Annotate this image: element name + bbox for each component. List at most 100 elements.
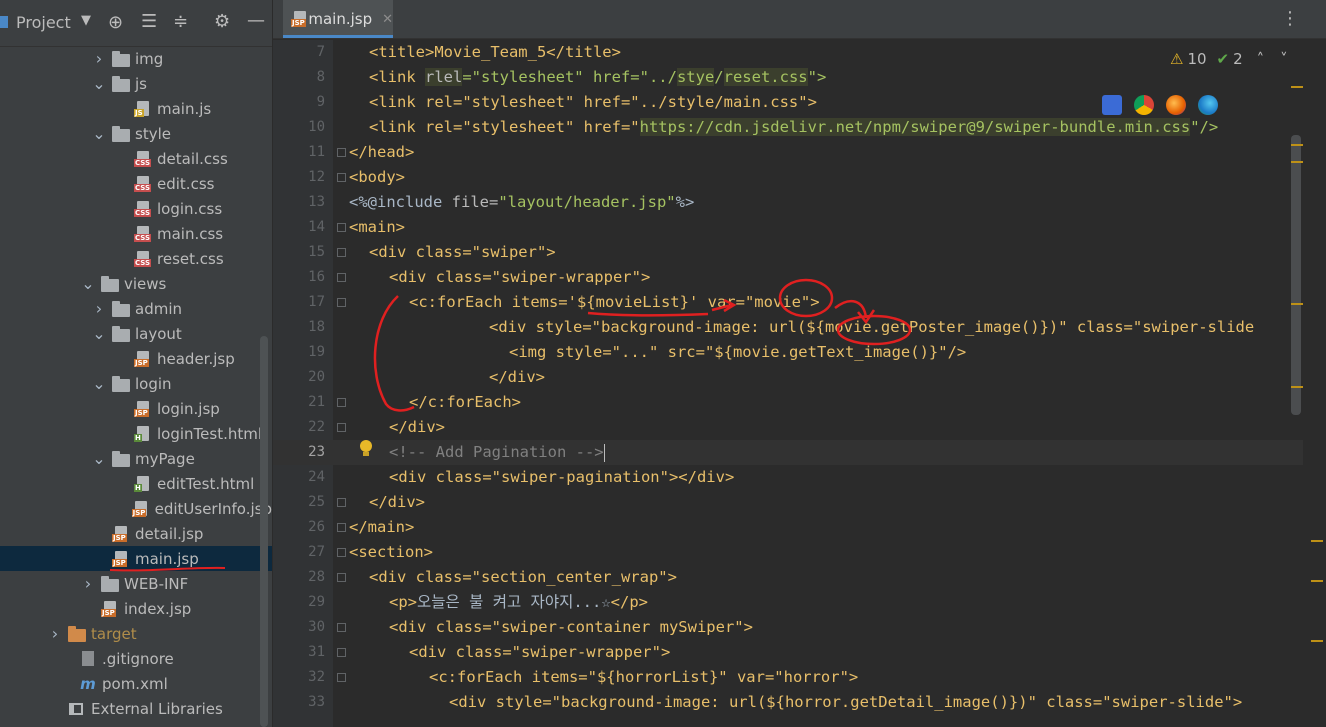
firefox-icon[interactable] — [1166, 95, 1186, 115]
tree-item[interactable]: ⌄ myPage — [0, 446, 272, 471]
chevron-down-icon[interactable]: ⌄ — [81, 274, 95, 293]
fold-marker[interactable] — [337, 173, 346, 182]
tree-item[interactable]: m pom.xml — [0, 671, 272, 696]
fold-marker[interactable] — [337, 423, 346, 432]
tree-item[interactable]: ⌄ login — [0, 371, 272, 396]
chevron-down-icon[interactable]: ˅ — [1280, 50, 1288, 68]
tree-item[interactable]: HeditTest.html — [0, 471, 272, 496]
tree-item[interactable]: CSS login.css — [0, 196, 272, 221]
editor-scrollbar[interactable] — [1291, 135, 1301, 415]
fold-marker[interactable] — [337, 573, 346, 582]
chevron-down-icon[interactable]: ⌄ — [92, 124, 106, 143]
inspection-indicators[interactable]: ⚠ 10 ✔ 2 ˄ ˅ — [1170, 48, 1288, 70]
minimize-icon[interactable]: — — [247, 10, 265, 31]
fold-marker[interactable] — [337, 523, 346, 532]
tree-item[interactable]: JSP index.jsp — [0, 596, 272, 621]
chevron-right-icon[interactable]: › — [81, 574, 95, 593]
tree-item[interactable]: › img — [0, 46, 272, 71]
fold-marker[interactable] — [337, 248, 346, 257]
folder-icon — [112, 325, 130, 342]
line-number: 14 — [308, 219, 325, 235]
line-number: 29 — [308, 594, 325, 610]
project-scrollbar[interactable] — [260, 336, 268, 727]
tree-item[interactable]: CSS main.css — [0, 221, 272, 246]
tree-item[interactable]: ⌄ style — [0, 121, 272, 146]
text-cursor — [603, 443, 605, 462]
stripe-marker[interactable] — [1291, 86, 1303, 88]
close-tab-icon[interactable]: ✕ — [382, 12, 393, 27]
gear-icon[interactable]: ⚙ — [214, 11, 230, 32]
line-number: 7 — [316, 44, 325, 60]
tree-item[interactable]: ⌄ js — [0, 71, 272, 96]
tree-item[interactable]: CSS edit.css — [0, 171, 272, 196]
project-panel: Project ▼ ⊕ ☰ ≑ ⚙ — › img ⌄ js JS main.js ⌄ sty… — [0, 0, 273, 727]
tree-item[interactable]: JSP main.jsp — [0, 546, 272, 571]
stripe-marker[interactable] — [1291, 386, 1303, 388]
edge-icon[interactable] — [1198, 95, 1218, 115]
chevron-right-icon[interactable]: › — [92, 49, 106, 68]
chevron-down-icon[interactable]: ⌄ — [92, 74, 106, 93]
check-count: 2 — [1233, 50, 1243, 68]
tree-item[interactable]: ⌄ layout — [0, 321, 272, 346]
chevron-up-icon[interactable]: ˄ — [1257, 50, 1265, 68]
fold-marker[interactable] — [337, 548, 346, 557]
tree-item[interactable]: JS main.js — [0, 96, 272, 121]
tree-item[interactable]: › target — [0, 621, 272, 646]
chevron-down-icon[interactable]: ⌄ — [92, 324, 106, 343]
project-title[interactable]: Project — [16, 13, 71, 32]
tree-item[interactable]: HloginTest.html — [0, 421, 272, 446]
code-line-28: <div class="section_center_wrap"> — [369, 568, 677, 586]
more-icon[interactable]: ⋮ — [1281, 8, 1299, 29]
fold-marker[interactable] — [337, 223, 346, 232]
folder-icon — [101, 275, 119, 292]
chevron-right-icon[interactable]: › — [48, 624, 62, 643]
chrome-icon[interactable] — [1134, 95, 1154, 115]
tree-item[interactable]: JSP login.jsp — [0, 396, 272, 421]
intellij-browser-icon[interactable] — [1102, 95, 1122, 115]
tree-item[interactable]: › WEB-INF — [0, 571, 272, 596]
code-line-18: <div style="background-image: url(${movi… — [489, 318, 1255, 336]
chevron-down-icon[interactable]: ⌄ — [92, 374, 106, 393]
tree-item[interactable]: JSP header.jsp — [0, 346, 272, 371]
tree-item[interactable]: ⌄ views — [0, 271, 272, 296]
fold-marker[interactable] — [337, 498, 346, 507]
tree-item[interactable]: CSS detail.css — [0, 146, 272, 171]
jsp-file-icon: JSP — [131, 500, 150, 517]
fold-marker[interactable] — [337, 298, 346, 307]
tab-main-jsp[interactable]: JSP main.jsp ✕ — [283, 0, 393, 38]
html-file-icon: H — [134, 475, 152, 492]
folder-icon — [112, 125, 130, 142]
stripe-marker[interactable] — [1311, 580, 1323, 582]
fold-marker[interactable] — [337, 398, 346, 407]
chevron-right-icon[interactable]: › — [92, 299, 106, 318]
collapse-all-icon[interactable]: ☰ — [141, 11, 157, 32]
tree-item-label: loginTest.html — [157, 424, 263, 443]
stripe-marker[interactable] — [1311, 640, 1323, 642]
fold-marker[interactable] — [337, 648, 346, 657]
tree-item[interactable]: JSP detail.jsp — [0, 521, 272, 546]
chevron-down-icon[interactable]: ⌄ — [92, 449, 106, 468]
stripe-marker[interactable] — [1291, 161, 1303, 163]
target-icon[interactable]: ⊕ — [108, 12, 123, 33]
tree-item-label: views — [124, 274, 167, 293]
stripe-marker[interactable] — [1291, 144, 1303, 146]
fold-marker[interactable] — [337, 623, 346, 632]
code-line-30: <div class="swiper-container mySwiper"> — [389, 618, 753, 636]
folder-icon — [101, 575, 119, 592]
tree-item-label: header.jsp — [157, 349, 235, 368]
expand-all-icon[interactable]: ≑ — [173, 11, 188, 32]
stripe-marker[interactable] — [1291, 303, 1303, 305]
fold-marker[interactable] — [337, 273, 346, 282]
fold-marker[interactable] — [337, 673, 346, 682]
tree-item[interactable]: .gitignore — [0, 646, 272, 671]
tree-item[interactable]: External Libraries — [0, 696, 272, 721]
tree-item[interactable]: JSP editUserInfo.jsp — [0, 496, 272, 521]
project-view-dropdown-icon[interactable]: ▼ — [81, 13, 91, 28]
tree-item[interactable]: CSS reset.css — [0, 246, 272, 271]
fold-marker[interactable] — [337, 148, 346, 157]
tree-item[interactable]: › admin — [0, 296, 272, 321]
tree-item-label: login.css — [157, 199, 223, 218]
lightbulb-icon[interactable] — [359, 440, 373, 456]
stripe-marker[interactable] — [1311, 540, 1323, 542]
code-line-26: </main> — [349, 518, 415, 536]
